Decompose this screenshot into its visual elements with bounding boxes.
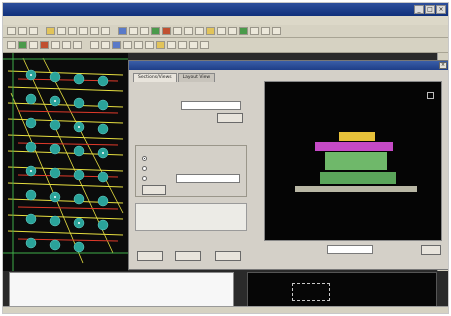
layer-icon[interactable] (151, 27, 160, 35)
option-1-radio[interactable] (142, 156, 147, 161)
folder-icon[interactable] (46, 27, 55, 35)
save-icon[interactable] (29, 27, 38, 35)
print-icon[interactable] (261, 27, 270, 35)
note-text (135, 203, 247, 231)
fit-icon[interactable] (140, 27, 149, 35)
check-icon[interactable] (178, 41, 187, 49)
lock-icon[interactable] (189, 41, 198, 49)
layer-properties-dialog: × Sections/Views Layout View (128, 60, 448, 270)
copy-icon[interactable] (68, 27, 77, 35)
minimize-button[interactable]: _ (414, 5, 424, 14)
drc-icon[interactable] (162, 27, 171, 35)
browse-button[interactable] (217, 113, 243, 123)
align-left-icon[interactable] (90, 41, 99, 49)
filter-icon[interactable] (167, 41, 176, 49)
dialog-close-button[interactable]: × (439, 62, 447, 69)
toolbar-main (3, 25, 448, 38)
option-3-radio[interactable] (142, 176, 147, 181)
zoom-icon[interactable] (118, 27, 127, 35)
toolbar-secondary (3, 38, 448, 53)
stackup-icon[interactable] (112, 41, 121, 49)
maximize-button[interactable]: □ (425, 5, 435, 14)
status-bar (3, 306, 448, 313)
new-icon[interactable] (7, 27, 16, 35)
open-icon[interactable] (18, 27, 27, 35)
dialog-title-bar (129, 61, 448, 70)
tab-layout-view[interactable]: Layout View (177, 73, 216, 82)
title-bar: _ □ × (3, 3, 448, 16)
overview-viewport[interactable] (292, 283, 330, 301)
clear-button[interactable] (142, 185, 166, 195)
option-2-radio[interactable] (142, 166, 147, 171)
layer-bar[interactable] (325, 152, 387, 170)
preview-corner-icon (427, 92, 434, 99)
report-icon[interactable] (250, 27, 259, 35)
add-trace-icon[interactable] (18, 41, 27, 49)
pcb-artwork (3, 53, 128, 271)
overview-pane[interactable] (247, 272, 437, 309)
redo-icon[interactable] (101, 27, 110, 35)
unlock-icon[interactable] (200, 41, 209, 49)
name-field[interactable] (181, 101, 241, 110)
arrow-icon[interactable] (7, 41, 16, 49)
align-right-icon[interactable] (101, 41, 110, 49)
undo-icon[interactable] (90, 27, 99, 35)
route-icon[interactable] (217, 27, 226, 35)
dialog-tabs: Sections/Views Layout View (133, 73, 216, 82)
highlight-icon[interactable] (206, 27, 215, 35)
help-button[interactable] (421, 245, 441, 255)
options-group (135, 145, 247, 197)
pan-icon[interactable] (129, 27, 138, 35)
add-arc-icon[interactable] (29, 41, 38, 49)
measure-icon[interactable] (184, 27, 193, 35)
apply-button[interactable] (175, 251, 201, 261)
cut-icon[interactable] (57, 27, 66, 35)
option-3-field[interactable] (176, 174, 240, 183)
layout-canvas[interactable] (3, 53, 128, 271)
ok-button[interactable] (137, 251, 163, 261)
paste-icon[interactable] (79, 27, 88, 35)
layer-bar[interactable] (295, 186, 417, 192)
text-icon[interactable] (123, 41, 132, 49)
scale-field[interactable] (327, 245, 373, 254)
grid-icon[interactable] (195, 27, 204, 35)
close-button[interactable]: × (436, 5, 446, 14)
layer-bar[interactable] (315, 142, 393, 151)
layer-bar[interactable] (339, 132, 375, 141)
application-window: _ □ × × Sections/Views Layout View (2, 2, 449, 314)
cancel-button[interactable] (215, 251, 241, 261)
layer-bar[interactable] (320, 172, 396, 184)
dimension-icon[interactable] (134, 41, 143, 49)
tab-sections[interactable]: Sections/Views (133, 73, 177, 82)
rotate-icon[interactable] (62, 41, 71, 49)
menu-bar[interactable] (3, 16, 448, 25)
property-icon[interactable] (156, 41, 165, 49)
via-icon[interactable] (228, 27, 237, 35)
move-icon[interactable] (51, 41, 60, 49)
net-icon[interactable] (239, 27, 248, 35)
delete-icon[interactable] (40, 41, 49, 49)
output-log (9, 272, 234, 309)
stackup-preview (264, 81, 442, 241)
help-icon[interactable] (272, 27, 281, 35)
refresh-icon[interactable] (145, 41, 154, 49)
mirror-icon[interactable] (73, 41, 82, 49)
select-icon[interactable] (173, 27, 182, 35)
